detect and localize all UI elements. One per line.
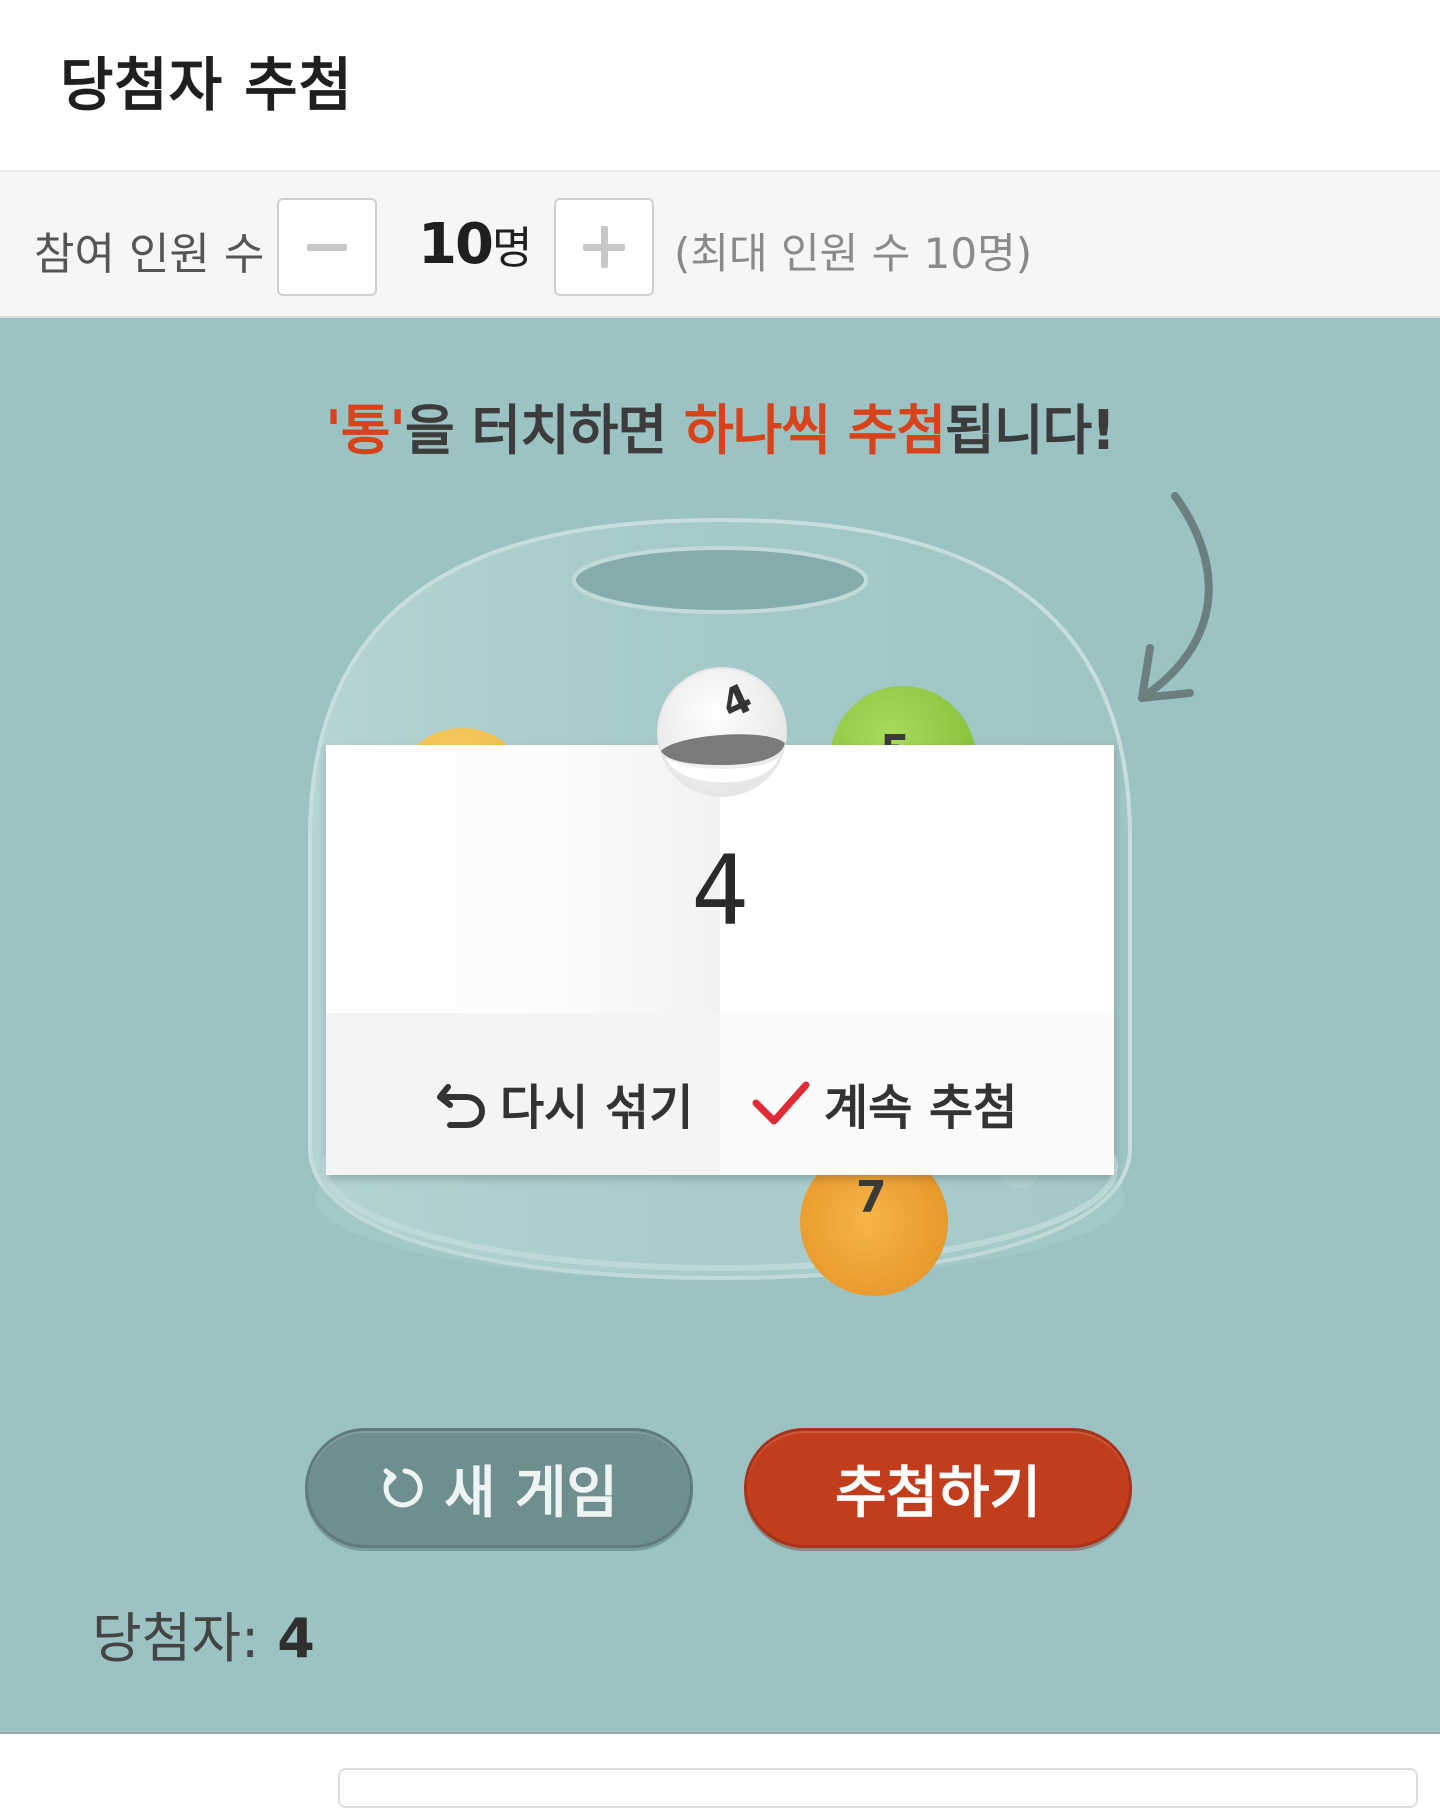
instruction-text: '통'을 터치하면 하나씩 추첨됩니다! [0,386,1440,465]
ball-number: 7 [856,1172,887,1223]
drawn-result-number: 4 [691,835,749,947]
new-game-button[interactable]: 새 게임 [305,1428,693,1548]
participant-counter-bar: 참여 인원 수 10명 (최대 인원 수 10명) [0,170,1440,318]
instruction-highlight: 하나씩 추첨 [683,399,946,462]
instruction-segment-2: 을 터치하면 [404,399,684,462]
continue-draw-button[interactable]: 계속 추첨 [750,1073,1017,1136]
bottom-strip [0,1732,1440,1808]
winner-value: 4 [277,1607,315,1670]
result-popup: 4 다시 섞기 계속 추첨 [326,745,1114,1175]
page-header: 당첨자 추첨 [0,0,1440,170]
plus-icon [583,226,625,268]
count-unit: 명 [491,223,533,274]
popup-actions: 다시 섞기 계속 추첨 [326,1013,1114,1175]
decrease-count-button[interactable] [277,198,377,296]
continue-draw-label: 계속 추첨 [824,1080,1018,1136]
reshuffle-label: 다시 섞기 [500,1080,694,1136]
new-game-label: 새 게임 [443,1460,619,1526]
increase-count-button[interactable] [554,198,654,296]
instruction-segment-4: 됩니다! [945,399,1116,462]
refresh-icon [380,1463,430,1513]
instruction-drum-word: '통' [325,399,406,462]
minus-icon [307,243,347,251]
max-participants-note: (최대 인원 수 10명) [674,229,1033,278]
bottom-input-field[interactable] [338,1768,1418,1808]
page-title: 당첨자 추첨 [60,51,353,119]
drawn-ball: 4 [655,665,789,799]
count-number: 10 [418,212,494,277]
participant-count-label: 참여 인원 수 [34,229,265,280]
draw-area: '통'을 터치하면 하나씩 추첨됩니다! 7 4 다시 섞기 계속 추첨 4 새… [0,318,1440,1732]
draw-label: 추첨하기 [834,1460,1042,1526]
undo-icon [432,1075,488,1131]
reshuffle-button[interactable]: 다시 섞기 [432,1073,693,1136]
winner-display: 당첨자: 4 [92,1594,315,1673]
draw-button[interactable]: 추첨하기 [744,1428,1132,1548]
check-icon [750,1075,812,1131]
participant-count-value: 10명 [418,212,532,277]
winner-label: 당첨자: [92,1607,260,1670]
